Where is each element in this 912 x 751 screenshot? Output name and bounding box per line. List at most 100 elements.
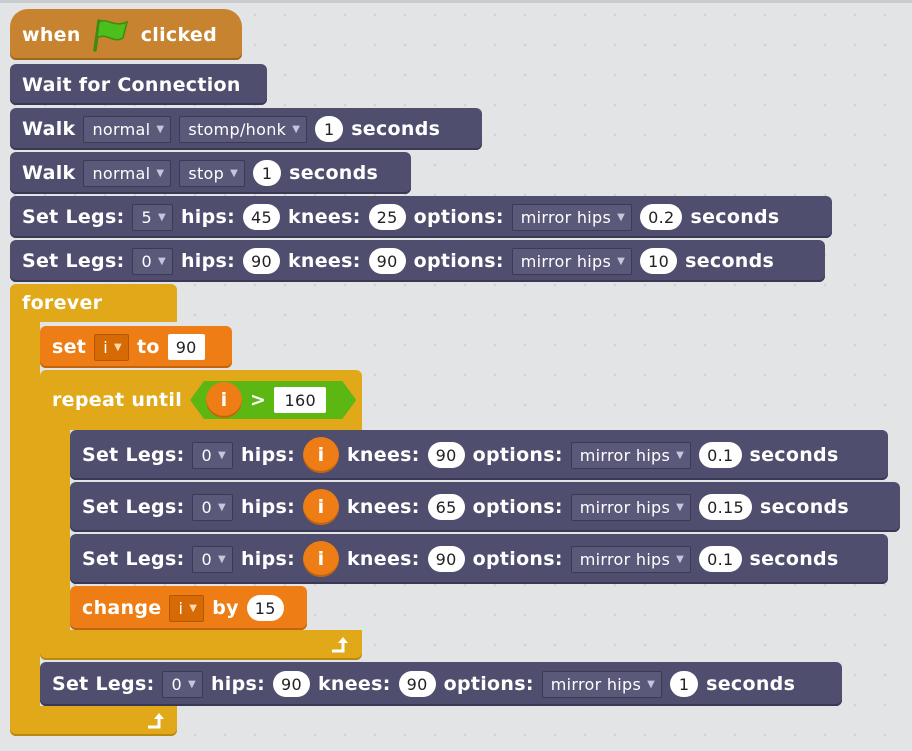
inner-set-legs-block-1[interactable]: Set Legs: 0 ▼ hips: i knees: 90 options: … [70,430,888,480]
when-label: when [22,23,81,46]
greater-than-operator[interactable]: i > 160 [190,381,356,419]
chevron-down-icon: ▼ [676,553,685,565]
forever-footer[interactable] [10,706,177,736]
legs-dropdown[interactable]: 0 ▼ [192,545,233,573]
gait-dropdown[interactable]: normal ▼ [83,159,172,187]
seconds-label: seconds [749,444,839,466]
duration-input[interactable]: 0.1 [699,442,742,468]
hips-input[interactable]: 90 [243,248,280,274]
duration-input[interactable]: 0.1 [699,546,742,572]
wait-label: Wait for Connection [22,73,241,96]
seconds-label: seconds [685,250,775,272]
comparison-value-input[interactable]: 160 [274,387,326,413]
inner-set-legs-block-3[interactable]: Set Legs: 0 ▼ hips: i knees: 90 options: … [70,534,888,584]
knees-input[interactable]: 65 [427,494,465,520]
repeat-footer[interactable] [40,630,362,660]
legs-dropdown[interactable]: 0 ▼ [162,670,203,698]
repeat-until-header[interactable]: repeat until i > 160 [40,370,362,430]
set-variable-block[interactable]: set i ▼ to 90 [40,326,232,368]
variable-reporter[interactable]: i [303,489,339,525]
options-dropdown[interactable]: mirror hips ▼ [570,545,692,573]
variable-dropdown[interactable]: i ▼ [169,594,205,622]
seconds-label: seconds [759,496,850,518]
repeat-left-arm [40,428,70,634]
legs-dropdown[interactable]: 0 ▼ [192,441,233,469]
chevron-down-icon: ▼ [157,255,166,267]
variable-reporter[interactable]: i [206,382,242,418]
seconds-label: seconds [351,118,441,140]
walk-mode-dropdown[interactable]: stop ▼ [179,159,246,187]
chevron-down-icon: ▼ [217,553,226,565]
loop-arrow-icon [332,637,348,653]
knees-input[interactable]: 90 [427,442,465,468]
knees-input[interactable]: 90 [427,546,465,572]
variable-dropdown[interactable]: i ▼ [94,333,129,361]
walk-mode-dropdown[interactable]: stomp/honk ▼ [179,115,308,143]
variable-reporter[interactable]: i [303,541,339,577]
knees-label: knees: [347,548,420,570]
variable-reporter[interactable]: i [303,437,339,473]
walk-block-1[interactable]: Walk normal ▼ stomp/honk ▼ 1 seconds [10,108,482,150]
duration-input[interactable]: 0.15 [699,494,752,520]
inner-set-legs-block-2[interactable]: Set Legs: 0 ▼ hips: i knees: 65 options: … [70,482,900,532]
hips-label: hips: [240,496,295,518]
duration-input[interactable]: 1 [253,160,282,186]
walk-block-2[interactable]: Walk normal ▼ stop ▼ 1 seconds [10,152,411,194]
legs-dropdown[interactable]: 0 ▼ [132,247,173,275]
set-label: set [52,336,87,358]
seconds-label: seconds [706,673,796,695]
canvas-top-border [0,0,912,3]
duration-input[interactable]: 0.2 [640,204,683,230]
set-legs-block-2[interactable]: Set Legs: 0 ▼ hips: 90 knees: 90 options:… [10,240,825,282]
options-dropdown[interactable]: mirror hips ▼ [541,670,663,698]
chevron-down-icon: ▼ [156,123,165,135]
set-legs-block-1[interactable]: Set Legs: 5 ▼ hips: 45 knees: 25 options:… [10,196,832,238]
knees-input[interactable]: 90 [368,248,406,274]
set-value-input[interactable]: 90 [167,334,205,360]
knees-input[interactable]: 90 [398,671,436,697]
knees-input[interactable]: 25 [368,204,406,230]
to-label: to [136,336,160,358]
forever-header[interactable]: forever [10,284,177,322]
change-value-input[interactable]: 15 [246,595,284,621]
duration-input[interactable]: 1 [670,671,699,697]
options-dropdown[interactable]: mirror hips ▼ [511,203,633,231]
when-flag-clicked-block[interactable]: when clicked [10,9,242,60]
chevron-down-icon: ▼ [113,341,122,353]
hips-label: hips: [180,206,235,228]
gait-dropdown[interactable]: normal ▼ [83,115,172,143]
chevron-down-icon: ▼ [217,501,226,513]
set-legs-label: Set Legs: [82,444,185,466]
options-dropdown[interactable]: mirror hips ▼ [570,493,692,521]
chevron-down-icon: ▼ [676,449,685,461]
forever-left-arm [10,320,40,710]
hips-input[interactable]: 90 [273,671,310,697]
clicked-label: clicked [140,23,217,46]
options-label: options: [413,206,504,228]
chevron-down-icon: ▼ [156,167,165,179]
repeat-until-label: repeat until [52,389,183,411]
set-legs-block-after-loop[interactable]: Set Legs: 0 ▼ hips: 90 knees: 90 options:… [40,662,842,706]
duration-input[interactable]: 10 [640,248,678,274]
chevron-down-icon: ▼ [187,678,196,690]
loop-arrow-icon [148,713,164,729]
options-dropdown[interactable]: mirror hips ▼ [511,247,633,275]
change-variable-block[interactable]: change i ▼ by 15 [70,586,307,630]
wait-for-connection-block[interactable]: Wait for Connection [10,64,267,105]
legs-dropdown[interactable]: 5 ▼ [132,203,173,231]
knees-label: knees: [287,250,361,272]
seconds-label: seconds [289,162,379,184]
set-legs-label: Set Legs: [52,673,155,695]
options-label: options: [472,496,563,518]
options-label: options: [443,673,534,695]
knees-label: knees: [317,673,391,695]
chevron-down-icon: ▼ [676,501,685,513]
duration-input[interactable]: 1 [315,116,344,142]
chevron-down-icon: ▼ [292,123,301,135]
hips-label: hips: [180,250,235,272]
chevron-down-icon: ▼ [230,167,239,179]
green-flag-icon [92,18,128,52]
options-dropdown[interactable]: mirror hips ▼ [570,441,692,469]
legs-dropdown[interactable]: 0 ▼ [192,493,233,521]
hips-input[interactable]: 45 [243,204,280,230]
